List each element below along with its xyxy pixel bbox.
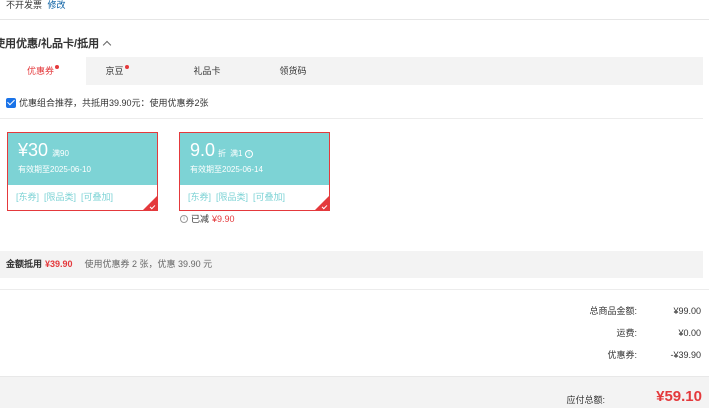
divider: [0, 118, 703, 119]
coupon-amount: 9.0: [190, 140, 216, 160]
recommend-text: 优惠组合推荐，共抵用39.90元：使用优惠券2张: [19, 98, 209, 108]
coupon-card[interactable]: ¥30 满90 有效期至2025-06-10 [东券] [限品类] [可叠加]: [7, 132, 158, 211]
coupon-unit: 折: [218, 149, 227, 158]
coupon-tags: [东券] [限品类] [可叠加]: [180, 185, 329, 203]
coupon-tag: [可叠加]: [81, 192, 114, 202]
payable-bar: 应付总额: ¥59.10: [0, 376, 709, 408]
total-row: 总商品金额: ¥99.00: [541, 305, 701, 327]
total-label: 运费:: [616, 328, 637, 338]
reduced-label: 已减: [191, 214, 210, 224]
payable-amount: ¥59.10: [656, 388, 702, 405]
coupon-valid-date: 有效期至2025-06-14: [190, 165, 263, 174]
total-value: -¥39.90: [670, 350, 701, 360]
coupon-tag: [东券]: [16, 192, 40, 202]
coupon-amount: ¥30: [18, 140, 49, 160]
coupon-valid-date: 有效期至2025-06-10: [18, 165, 91, 174]
summary-label: 金额抵用: [6, 259, 43, 269]
coupon-tag: [东券]: [188, 192, 212, 202]
coupon-card[interactable]: 9.0 折满1 i 有效期至2025-06-14 [东券] [限品类] [可叠加]: [179, 132, 330, 211]
new-dot-icon: [124, 65, 129, 69]
section-title-text: 使用优惠/礼品卡/抵用: [0, 38, 100, 50]
total-label: 总商品金额:: [589, 306, 637, 316]
tab-label: 京豆: [105, 66, 124, 76]
payable-label: 应付总额:: [566, 395, 605, 405]
tab-jingdou[interactable]: 京豆: [74, 57, 160, 85]
recommend-checkbox[interactable]: [6, 97, 16, 108]
summary-desc: 使用优惠券 2 张，优惠 39.90 元: [84, 259, 213, 269]
tab-pickup-code[interactable]: 领货码: [250, 57, 336, 85]
new-dot-icon: [55, 65, 59, 69]
coupon-tag: [限品类]: [216, 192, 249, 202]
order-totals: 总商品金额: ¥99.00 运费: ¥0.00 优惠券: -¥39.90: [541, 305, 701, 371]
divider: [0, 289, 709, 290]
discount-summary: 金额抵用 ¥39.90 使用优惠券 2 张，优惠 39.90 元: [0, 251, 703, 278]
total-value: ¥99.00: [673, 306, 701, 316]
coupon-condition: 满90: [52, 149, 69, 158]
invoice-edit-link[interactable]: 修改: [48, 0, 66, 10]
info-icon[interactable]: i: [245, 149, 253, 158]
coupon-tag: [限品类]: [44, 192, 77, 202]
total-row: 优惠券: -¥39.90: [541, 349, 701, 371]
coupon-header: 9.0 折满1 i 有效期至2025-06-14: [180, 133, 329, 185]
coupon-header: ¥30 满90 有效期至2025-06-10: [8, 133, 157, 185]
coupon-tag: [可叠加]: [253, 192, 286, 202]
recommend-row: 优惠组合推荐，共抵用39.90元：使用优惠券2张: [6, 96, 209, 109]
tab-label: 领货码: [279, 66, 307, 76]
divider: [0, 19, 709, 20]
coupon-reduced-note: i 已减 ¥9.90: [180, 212, 235, 225]
section-title[interactable]: 使用优惠/礼品卡/抵用: [0, 35, 112, 51]
invoice-text: 不开发票: [6, 0, 43, 10]
summary-amount: ¥39.90: [45, 259, 73, 269]
tab-label: 礼品卡: [193, 66, 221, 76]
coupon-tabs: 优惠券 京豆 礼品卡 领货码: [0, 57, 703, 85]
invoice-row: 不开发票 修改: [6, 0, 66, 11]
coupon-tags: [东券] [限品类] [可叠加]: [8, 185, 157, 203]
coupon-condition: 满1: [230, 149, 243, 158]
info-icon[interactable]: i: [180, 214, 188, 223]
total-row: 运费: ¥0.00: [541, 327, 701, 349]
tab-label: 优惠券: [26, 66, 54, 76]
total-label: 优惠券:: [607, 350, 637, 360]
reduced-value: ¥9.90: [212, 213, 235, 224]
tab-gift-card[interactable]: 礼品卡: [164, 57, 250, 85]
chevron-up-icon: [102, 40, 112, 50]
total-value: ¥0.00: [678, 328, 701, 338]
